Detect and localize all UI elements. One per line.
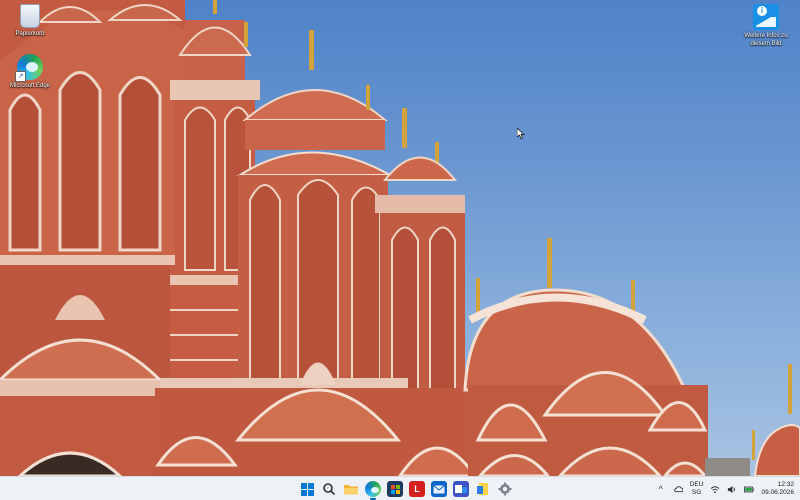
edge-icon[interactable] xyxy=(365,481,381,500)
edge-icon: ↗ xyxy=(15,54,43,82)
volume-icon[interactable] xyxy=(727,484,737,494)
desktop-icon-label: Papierkorb xyxy=(15,31,45,37)
info-picture-icon: i xyxy=(753,4,779,30)
taskbar-apps: L xyxy=(299,480,513,500)
search-icon[interactable] xyxy=(321,481,337,497)
keyboard-language[interactable]: DEU SG xyxy=(690,481,704,497)
notes-icon[interactable] xyxy=(475,481,491,497)
desktop-icon-recycle-bin[interactable]: Papierkorb xyxy=(0,4,62,38)
gear-icon[interactable] xyxy=(497,481,513,497)
keyboard-layout-code: SG xyxy=(691,489,702,496)
recycle-bin-icon xyxy=(20,4,40,28)
desktop-icon-label: Microsoft Edge xyxy=(9,83,51,89)
mail-icon[interactable] xyxy=(431,481,447,497)
desktop-wallpaper xyxy=(0,0,800,476)
store-icon[interactable] xyxy=(387,481,403,497)
hawa-mahal-illustration xyxy=(0,0,800,476)
clock[interactable]: 12:32 09.06.2026 xyxy=(761,481,794,497)
system-tray: ^ DEU SG 12:32 09.06.2026 xyxy=(656,479,794,499)
cloud-icon[interactable] xyxy=(673,484,683,494)
desktop-icon-edge[interactable]: ↗ Microsoft Edge xyxy=(0,54,62,90)
desktop-icon-info[interactable]: i Weitere Infos zu diesem Bild xyxy=(734,4,798,48)
desktop-icon-label: Weitere Infos zu diesem Bild xyxy=(744,33,788,47)
shortcut-arrow-icon: ↗ xyxy=(15,71,26,82)
windows-start-icon[interactable] xyxy=(299,481,315,497)
taskbar: L ^ DEU SG 12:32 09.06.2026 xyxy=(0,476,800,500)
wifi-icon[interactable] xyxy=(710,484,720,494)
clock-time: 12:32 xyxy=(777,481,794,488)
teams-icon[interactable] xyxy=(453,481,469,497)
red-l-icon[interactable]: L xyxy=(409,481,425,497)
info-icon: i xyxy=(757,6,767,16)
language-code: DEU xyxy=(689,481,704,488)
clock-date: 09.06.2026 xyxy=(761,489,794,496)
folder-icon[interactable] xyxy=(343,481,359,497)
battery-icon[interactable] xyxy=(744,484,755,494)
chevron-up-icon[interactable]: ^ xyxy=(656,484,666,494)
